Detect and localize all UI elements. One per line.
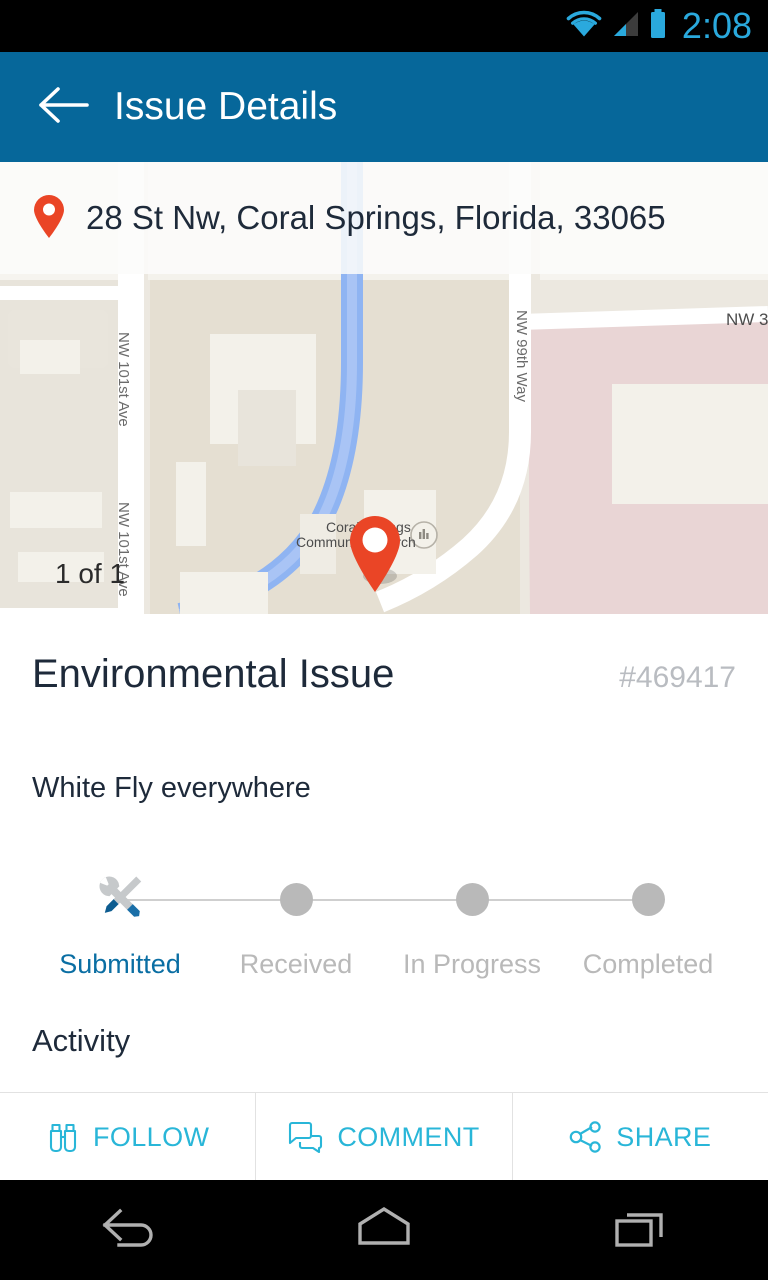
battery-icon (648, 8, 668, 45)
stepper-connector (296, 899, 472, 901)
status-bar-clock: 2:08 (681, 5, 752, 46)
comment-bubbles-icon (288, 1121, 324, 1153)
wifi-icon (566, 9, 602, 44)
comment-label: COMMENT (337, 1122, 480, 1152)
step-dot-icon (455, 882, 489, 916)
back-arrow-icon (38, 86, 90, 129)
back-button[interactable] (24, 67, 104, 147)
issue-reference-number: #469417 (619, 661, 736, 694)
stepper-marker (86, 871, 154, 927)
comment-button[interactable]: COMMENT (255, 1093, 511, 1181)
map-pin-icon (32, 193, 66, 244)
android-recents-button[interactable] (512, 1180, 768, 1280)
share-label: SHARE (616, 1122, 712, 1152)
photo-counter: 1 of 1 (55, 558, 126, 589)
address-label: 28 St Nw, Coral Springs, Florida, 33065 (86, 199, 666, 236)
stepper-label: Received (239, 949, 353, 979)
stepper-connector (472, 899, 648, 901)
stepper-marker (279, 871, 313, 927)
stepper-step-submitted[interactable]: Submitted (32, 871, 296, 979)
binoculars-icon (46, 1120, 80, 1154)
map-view[interactable]: NW 101st Ave NW 101st Ave NW 101st Ave N… (0, 162, 768, 614)
phone-screen: 2:08 Issue Details NW 101st Ave NW 101st… (0, 0, 768, 1280)
follow-label: FOLLOW (92, 1122, 210, 1152)
tools-icon (86, 869, 154, 930)
stepper-step-in-progress[interactable]: In Progress (384, 871, 648, 979)
stepper-label: Completed (582, 949, 714, 979)
map-marker-icon[interactable] (344, 510, 406, 599)
step-dot-icon (631, 882, 665, 916)
share-nodes-icon (569, 1121, 603, 1153)
android-home-button[interactable] (256, 1180, 512, 1280)
action-bar: FOLLOW COMMENT SHARE (0, 1092, 768, 1181)
activity-section-header: Activity (32, 1023, 131, 1058)
stepper-marker (631, 871, 665, 927)
android-back-icon (93, 1199, 163, 1262)
stepper-label: In Progress (402, 949, 542, 979)
android-navigation-bar (0, 1180, 768, 1280)
stepper-label: Submitted (59, 949, 181, 979)
status-bar: 2:08 (0, 0, 768, 52)
follow-button[interactable]: FOLLOW (0, 1093, 255, 1181)
android-back-button[interactable] (0, 1180, 256, 1280)
stepper-step-received[interactable]: Received (208, 871, 472, 979)
step-dot-icon (279, 882, 313, 916)
app-bar: Issue Details (0, 52, 768, 162)
page-title: Issue Details (114, 85, 338, 128)
issue-details-content: Environmental Issue #469417 White Fly ev… (0, 614, 768, 1094)
stepper-marker (455, 871, 489, 927)
android-home-icon (344, 1199, 424, 1262)
issue-title: Environmental Issue (32, 652, 395, 696)
stepper-step-completed[interactable]: Completed (560, 871, 736, 979)
cellular-signal-icon (610, 9, 640, 44)
issue-header-row: Environmental Issue #469417 (0, 614, 768, 698)
address-overlay[interactable]: 28 St Nw, Coral Springs, Florida, 33065 (0, 162, 768, 274)
status-stepper: Submitted Received In Progress Completed (0, 805, 768, 979)
issue-description: White Fly everywhere (32, 772, 311, 804)
android-recents-icon (603, 1199, 677, 1262)
share-button[interactable]: SHARE (511, 1093, 768, 1181)
